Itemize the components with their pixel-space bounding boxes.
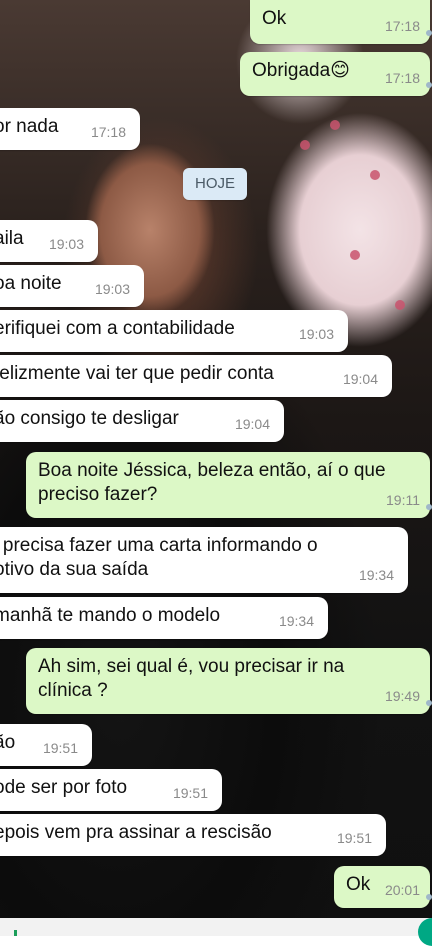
- message-text: ʹ precisa fazer uma carta informando o: [0, 535, 318, 556]
- message-time: 19:51: [172, 785, 208, 801]
- message-time: 19:04: [234, 416, 270, 432]
- smiling-face-emoji-icon: 😊: [330, 60, 350, 81]
- message-time: 19:04: [342, 371, 378, 387]
- message-bubble-incoming[interactable]: ʹ precisa fazer uma carta informando o o…: [0, 527, 408, 593]
- message-text: Obrigada: [252, 60, 331, 81]
- message-bubble-incoming[interactable]: manhã te mando o modelo 19:34: [0, 597, 328, 639]
- message-time: 17:18: [384, 18, 420, 34]
- text-cursor: [14, 930, 17, 936]
- message-bubble-incoming[interactable]: or nada 17:18: [0, 108, 140, 150]
- message-text: preciso fazer?: [38, 484, 158, 505]
- message-text: felizmente vai ter que pedir conta: [0, 363, 274, 384]
- wallpaper-flower: [350, 250, 360, 260]
- date-divider: HOJE: [183, 168, 247, 200]
- message-text: erifiquei com a contabilidade: [0, 318, 235, 339]
- message-bubble-outgoing[interactable]: Ok 17:18: [250, 0, 432, 44]
- message-bubble-incoming[interactable]: epois vem pra assinar a rescisão 19:51: [0, 814, 386, 856]
- message-time: 19:03: [48, 236, 84, 252]
- read-receipt-icon: [426, 82, 432, 88]
- message-bubble-incoming[interactable]: aila 19:03: [0, 220, 98, 262]
- message-text: manhã te mando o modelo: [0, 605, 221, 626]
- message-text: otivo da sua saída: [0, 559, 149, 580]
- message-text: ode ser por foto: [0, 777, 128, 798]
- message-text: Ah sim, sei qual é, vou precisar ir na: [38, 656, 345, 677]
- message-input-bar[interactable]: [0, 918, 432, 936]
- message-text: oa noite: [0, 273, 62, 294]
- message-text: ão: [0, 732, 16, 753]
- message-time: 19:51: [336, 830, 372, 846]
- message-text: aila: [0, 228, 24, 249]
- message-text: Boa noite Jéssica, beleza então, aí o qu…: [38, 460, 386, 481]
- read-receipt-icon: [426, 30, 432, 36]
- message-time: 19:03: [298, 326, 334, 342]
- message-text: Ok: [346, 874, 371, 895]
- message-bubble-incoming[interactable]: oa noite 19:03: [0, 265, 144, 307]
- wallpaper-flower: [370, 170, 380, 180]
- read-receipt-icon: [426, 504, 432, 510]
- message-bubble-incoming[interactable]: ão consigo te desligar 19:04: [0, 400, 284, 442]
- wallpaper-flower: [395, 300, 405, 310]
- message-bubble-outgoing[interactable]: Ok 20:01: [334, 866, 432, 908]
- message-time: 19:51: [42, 740, 78, 756]
- message-bubble-outgoing[interactable]: Boa noite Jéssica, beleza então, aí o qu…: [26, 452, 432, 518]
- message-text: Ok: [262, 8, 287, 29]
- message-time: 17:18: [384, 70, 420, 86]
- message-text: epois vem pra assinar a rescisão: [0, 822, 272, 843]
- message-time: 20:01: [384, 882, 420, 898]
- message-text: ão consigo te desligar: [0, 408, 179, 429]
- message-time: 19:11: [386, 492, 420, 508]
- read-receipt-icon: [426, 894, 432, 900]
- read-receipt-icon: [426, 700, 432, 706]
- message-bubble-incoming[interactable]: ode ser por foto 19:51: [0, 769, 222, 811]
- wallpaper-flower: [300, 140, 310, 150]
- message-text: or nada: [0, 116, 59, 137]
- wallpaper-flower: [330, 120, 340, 130]
- message-time: 19:34: [358, 567, 394, 583]
- message-time: 19:03: [94, 281, 130, 297]
- message-bubble-incoming[interactable]: erifiquei com a contabilidade 19:03: [0, 310, 348, 352]
- message-bubble-outgoing[interactable]: Obrigada😊 17:18: [240, 52, 432, 96]
- message-time: 19:49: [384, 688, 420, 704]
- message-text: clínica ?: [38, 680, 108, 701]
- message-bubble-incoming[interactable]: ão 19:51: [0, 724, 92, 766]
- message-bubble-incoming[interactable]: felizmente vai ter que pedir conta 19:04: [0, 355, 392, 397]
- message-bubble-outgoing[interactable]: Ah sim, sei qual é, vou precisar ir na c…: [26, 648, 432, 714]
- message-time: 17:18: [90, 124, 126, 140]
- message-time: 19:34: [278, 613, 314, 629]
